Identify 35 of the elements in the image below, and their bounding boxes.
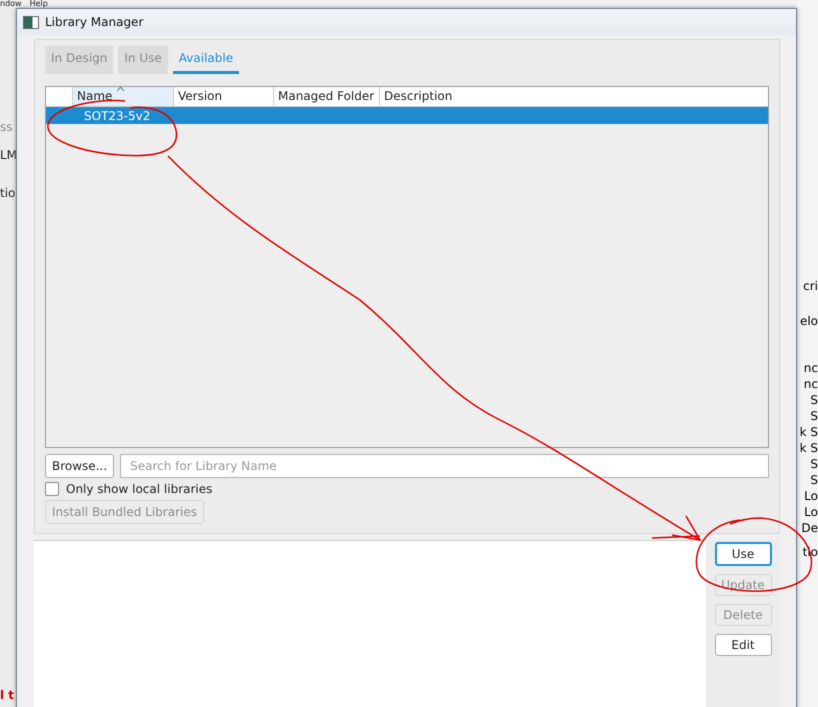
background-text: k S	[800, 440, 818, 456]
background-text: l t	[0, 688, 16, 704]
background-text: S	[810, 456, 818, 472]
background-text: LM	[0, 148, 16, 164]
action-button[interactable]: Edit	[714, 634, 772, 656]
background-text: nc	[804, 376, 818, 392]
background-text: De	[801, 520, 818, 536]
background-text: elo	[800, 313, 818, 329]
background-text: S	[810, 408, 818, 424]
checkbox-label: Only show local libraries	[66, 482, 212, 496]
sort-icon	[117, 87, 124, 91]
window-title: Library Manager	[45, 15, 144, 29]
background-text: cri	[803, 278, 818, 294]
column-header[interactable]: Name	[73, 87, 174, 106]
background-text: ss	[0, 120, 14, 136]
window-icon	[23, 16, 39, 28]
column-header[interactable]: Managed Folder	[274, 87, 380, 106]
background-text: S	[810, 392, 818, 408]
table-cell-text: SOT23-5v2	[83, 108, 152, 122]
column-header[interactable]: Description	[380, 87, 768, 106]
search-field[interactable]: Search for Library Name	[120, 454, 769, 478]
menu-item[interactable]: ndow	[0, 0, 22, 8]
table-row[interactable]: SOT23-5v2	[46, 107, 768, 124]
action-button[interactable]: Use	[714, 542, 772, 566]
background-text: nc	[804, 360, 818, 376]
checkbox[interactable]	[45, 482, 59, 496]
background-text: Lo	[804, 504, 818, 520]
background-text: S	[810, 472, 818, 488]
background-text: tio	[0, 186, 16, 202]
menu-item[interactable]: Help	[30, 0, 48, 8]
browse-button[interactable]: Browse...	[45, 454, 114, 478]
annotation-line	[652, 535, 700, 539]
background-text: Lo	[804, 488, 818, 504]
background-text: k S	[800, 424, 818, 440]
column-header[interactable]: Version	[174, 87, 274, 106]
